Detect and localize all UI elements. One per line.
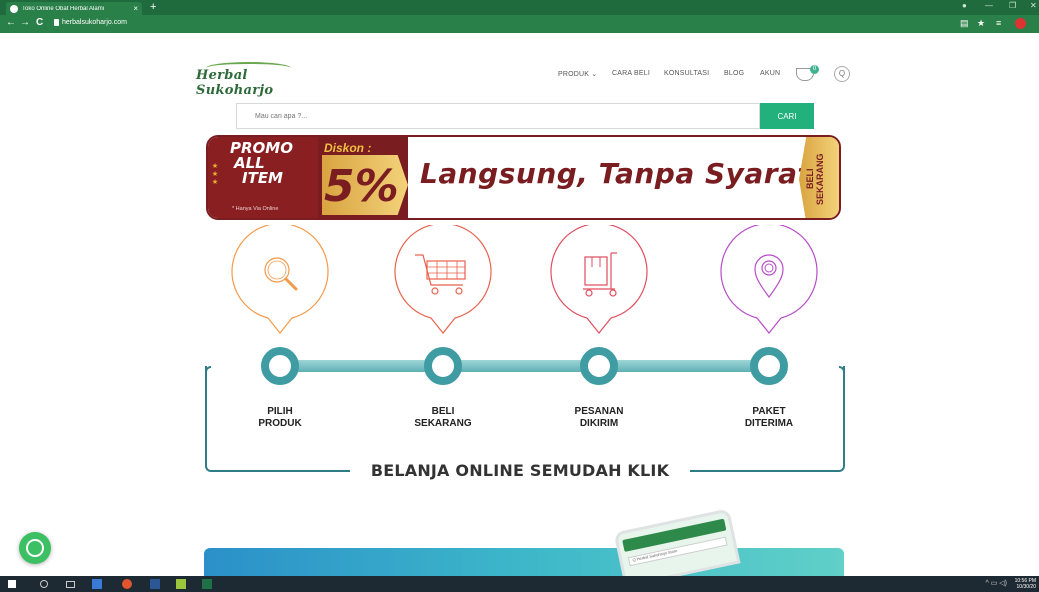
address-bar: ← → C herbalsukoharjo.com ▤ ★ ≡ [0, 15, 1039, 33]
task-view-icon[interactable] [66, 581, 75, 588]
chrome-icon[interactable] [122, 579, 132, 589]
maximize-button[interactable]: ❐ [1009, 1, 1016, 10]
bookmark-star-icon[interactable]: ★ [977, 18, 985, 29]
nav-konsultasi[interactable]: KONSULTASI [664, 70, 709, 77]
close-window-button[interactable]: ✕ [1030, 1, 1037, 10]
nav-cara-beli[interactable]: CARA BELI [612, 70, 650, 77]
translate-icon[interactable]: ▤ [960, 18, 969, 29]
browser-tab[interactable]: Toko Online Obat Herbal Alami × [6, 2, 142, 15]
url-field[interactable]: herbalsukoharjo.com [62, 19, 127, 26]
search-button[interactable]: CARI [760, 103, 814, 129]
nav-akun[interactable]: AKUN [760, 70, 780, 77]
nav-blog[interactable]: BLOG [724, 70, 744, 77]
tab-title: Toko Online Obat Herbal Alami [22, 5, 105, 12]
reload-button[interactable]: C [36, 17, 43, 28]
promo-title: PROMO ALL ITEM [230, 141, 293, 186]
nav-produk[interactable]: PRODUK ⌄ [558, 70, 597, 78]
promo-panel: ★★★ PROMO ALL ITEM * Hanya Via Online [208, 137, 318, 218]
browser-tab-bar: Toko Online Obat Herbal Alami × + ● — ❐ … [0, 0, 1039, 15]
back-button[interactable]: ← [6, 17, 16, 28]
search-taskbar-icon[interactable] [40, 580, 48, 588]
cart-count-badge: 0 [810, 65, 819, 74]
cart-icon [394, 225, 492, 334]
step-pin-beli-sekarang [393, 225, 493, 337]
windows-taskbar: ^ ▭ ◁) 10:56 PM 10/30/20 [0, 576, 1039, 592]
word-icon[interactable] [150, 579, 160, 589]
promo-banner[interactable]: ★★★ PROMO ALL ITEM * Hanya Via Online Di… [206, 135, 841, 220]
step-node-2 [424, 347, 462, 385]
site-logo[interactable]: Herbal Sukoharjo [196, 60, 300, 98]
step-pin-pilih-produk [230, 225, 330, 337]
package-icon [550, 225, 648, 334]
banner-headline: Langsung, Tanpa Syarat [420, 157, 812, 190]
forward-button[interactable]: → [20, 17, 30, 28]
steps-title: BELANJA ONLINE SEMUDAH KLIK [370, 461, 670, 480]
profile-avatar[interactable] [1015, 18, 1026, 29]
frame-corner-left [205, 366, 211, 376]
file-explorer-icon[interactable] [92, 579, 102, 589]
lock-icon[interactable] [54, 19, 59, 26]
step-label-1: PILIH PRODUK [258, 406, 302, 429]
star-icons: ★★★ [211, 162, 218, 186]
steps-title-box: BELANJA ONLINE SEMUDAH KLIK [350, 461, 690, 485]
site-favicon-icon [10, 4, 18, 13]
step-label-2: BELI SEKARANG [414, 406, 472, 429]
system-tray[interactable]: ^ ▭ ◁) [985, 579, 1007, 587]
search-input[interactable] [236, 103, 760, 129]
step-pin-pesanan-dikirim [549, 225, 649, 337]
excel-icon[interactable] [202, 579, 212, 589]
steps-track [262, 360, 782, 372]
app-promo-strip [204, 548, 844, 576]
promo-line-3: ITEM [242, 169, 283, 187]
paint-icon[interactable] [176, 579, 186, 589]
logo-text: Herbal Sukoharjo [196, 68, 274, 98]
step-pin-paket-diterima [719, 225, 819, 337]
discount-panel: Diskon : 5% [318, 137, 408, 218]
new-tab-button[interactable]: + [150, 1, 156, 13]
minimize-button[interactable]: — [985, 1, 993, 10]
discount-label: Diskon : [324, 141, 372, 155]
reading-list-icon[interactable]: ≡ [996, 18, 1001, 28]
start-icon[interactable] [8, 580, 16, 588]
step-node-3 [580, 347, 618, 385]
magnifier-icon [231, 225, 329, 334]
search-icon[interactable]: Q [834, 66, 850, 82]
discount-value: 5% [324, 161, 399, 212]
buy-now-ribbon[interactable]: BELI SEKARANG [799, 137, 839, 218]
clock[interactable]: 10:56 PM 10/30/20 [1015, 578, 1036, 590]
step-node-1 [261, 347, 299, 385]
profile-icon[interactable]: ● [962, 1, 967, 10]
buy-now-label: BELI SEKARANG [805, 153, 825, 205]
promo-note: * Hanya Via Online [232, 206, 279, 212]
step-label-3: PESANAN DIKIRIM [574, 406, 624, 429]
step-label-4: PAKET DITERIMA [744, 406, 794, 429]
step-node-4 [750, 347, 788, 385]
close-tab-icon[interactable]: × [133, 4, 138, 13]
location-pin-icon [720, 225, 818, 334]
whatsapp-button[interactable] [19, 532, 51, 564]
clock-date: 10/30/20 [1016, 584, 1036, 590]
whatsapp-icon [26, 539, 44, 557]
